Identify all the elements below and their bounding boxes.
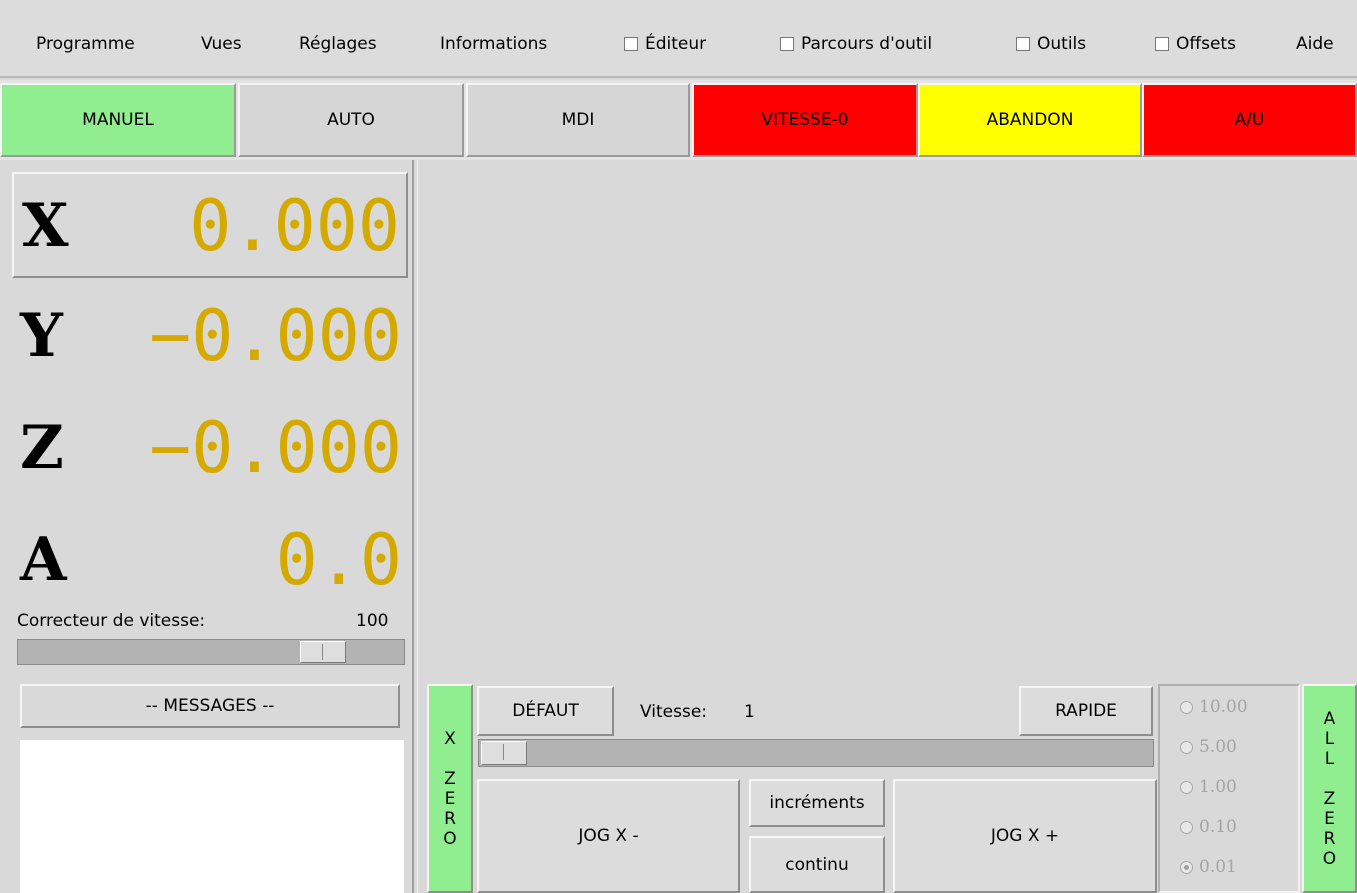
dro-row-z[interactable]: Z −0.000 [12, 396, 408, 502]
all-zero-letter: E [1324, 808, 1335, 829]
all-zero-letter: L [1324, 728, 1335, 749]
menu-check-label: Outils [1037, 34, 1087, 54]
mode-manuel-button[interactable]: MANUEL [0, 83, 236, 157]
jog-speed-value: 1 [744, 702, 755, 722]
default-speed-button[interactable]: DÉFAUT [477, 686, 614, 736]
checkbox-icon[interactable] [1155, 37, 1169, 51]
menu-reglages[interactable]: Réglages [299, 32, 377, 56]
increment-option[interactable]: 1.00 [1180, 775, 1237, 799]
feed-override-value: 100 [356, 611, 389, 631]
radio-icon[interactable] [1180, 740, 1193, 754]
zero-x-button[interactable]: X Z E R O [427, 684, 473, 893]
axis-label: Y [20, 301, 63, 371]
rapid-button[interactable]: RAPIDE [1019, 686, 1153, 736]
menu-check-label: Parcours d'outil [801, 34, 933, 54]
all-zero-letter: L [1324, 748, 1335, 769]
dro-row-x[interactable]: X 0.000 [12, 172, 408, 278]
continuous-button[interactable]: continu [749, 836, 885, 893]
checkbox-icon[interactable] [624, 37, 638, 51]
radio-icon[interactable] [1180, 780, 1193, 794]
menu-programme[interactable]: Programme [36, 32, 135, 56]
all-zero-letter: Z [1323, 788, 1336, 809]
menu-check-editeur[interactable]: Éditeur [624, 32, 706, 56]
zero-x-letter: R [444, 808, 456, 829]
jog-plus-button[interactable]: JOG X + [893, 779, 1157, 893]
abort-button[interactable]: ABANDON [918, 83, 1142, 157]
menu-aide[interactable]: Aide [1296, 32, 1334, 56]
checkbox-icon[interactable] [780, 37, 794, 51]
feed-hold-button[interactable]: VITESSE-0 [692, 83, 918, 157]
dro-row-y[interactable]: Y −0.000 [12, 284, 408, 390]
axis-label: A [20, 525, 67, 595]
increment-label: 0.10 [1199, 817, 1237, 837]
zero-x-letter: Z [444, 768, 456, 789]
messages-area [20, 740, 404, 893]
increment-option[interactable]: 0.01 [1180, 855, 1237, 879]
estop-button[interactable]: A/U [1142, 83, 1357, 157]
all-zero-letter: A [1323, 708, 1336, 729]
increment-option[interactable]: 0.10 [1180, 815, 1237, 839]
axis-value: 0.000 [189, 185, 400, 267]
all-zero-letter: R [1323, 828, 1336, 849]
menu-check-offsets[interactable]: Offsets [1155, 32, 1236, 56]
axis-label: X [22, 191, 69, 261]
all-zero-button[interactable]: A L L Z E R O [1302, 684, 1357, 893]
increment-label: 0.01 [1199, 857, 1237, 877]
increment-option[interactable]: 10.00 [1180, 695, 1248, 719]
slider-handle[interactable] [481, 741, 527, 765]
axis-value: 0.0 [275, 519, 402, 601]
increment-label: 1.00 [1199, 777, 1237, 797]
menu-check-label: Éditeur [645, 34, 707, 54]
increments-button[interactable]: incréments [749, 779, 885, 827]
jog-speed-label: Vitesse: [640, 702, 708, 722]
messages-button[interactable]: -- MESSAGES -- [20, 684, 400, 728]
panel-divider[interactable] [412, 160, 418, 893]
dro-row-a[interactable]: A 0.0 [12, 508, 408, 614]
radio-selected-icon[interactable] [1180, 860, 1193, 874]
menu-check-outils[interactable]: Outils [1016, 32, 1086, 56]
radio-icon[interactable] [1180, 700, 1193, 714]
mode-mdi-button[interactable]: MDI [466, 83, 690, 157]
zero-x-letter: O [443, 828, 457, 849]
axis-value: −0.000 [149, 407, 402, 489]
increment-label: 10.00 [1199, 697, 1248, 717]
axis-value: −0.000 [149, 295, 402, 377]
radio-icon[interactable] [1180, 820, 1193, 834]
zero-x-letter: E [444, 788, 456, 809]
feed-override-slider[interactable] [17, 639, 405, 665]
axis-label: Z [20, 413, 64, 483]
all-zero-letter: O [1322, 848, 1337, 869]
mode-auto-button[interactable]: AUTO [238, 83, 464, 157]
menu-informations[interactable]: Informations [440, 32, 547, 56]
increment-option[interactable]: 5.00 [1180, 735, 1237, 759]
menu-vues[interactable]: Vues [201, 32, 242, 56]
dro-panel: X 0.000 Y −0.000 Z −0.000 A 0.0 Correcte… [0, 160, 412, 893]
feed-override-label: Correcteur de vitesse: [17, 611, 206, 631]
jog-minus-button[interactable]: JOG X - [477, 779, 740, 893]
jog-speed-slider[interactable] [478, 739, 1154, 767]
zero-x-letter: X [444, 728, 456, 749]
slider-handle[interactable] [300, 641, 346, 663]
increment-label: 5.00 [1199, 737, 1237, 757]
menu-check-parcours[interactable]: Parcours d'outil [780, 32, 932, 56]
mode-bar: MANUEL AUTO MDI VITESSE-0 ABANDON A/U [0, 80, 1357, 160]
jog-increment-group: 10.00 5.00 1.00 0.10 0.01 [1158, 684, 1300, 893]
checkbox-icon[interactable] [1016, 37, 1030, 51]
menu-check-label: Offsets [1176, 34, 1236, 54]
menu-bar: Programme Vues Réglages Informations Édi… [0, 0, 1357, 78]
